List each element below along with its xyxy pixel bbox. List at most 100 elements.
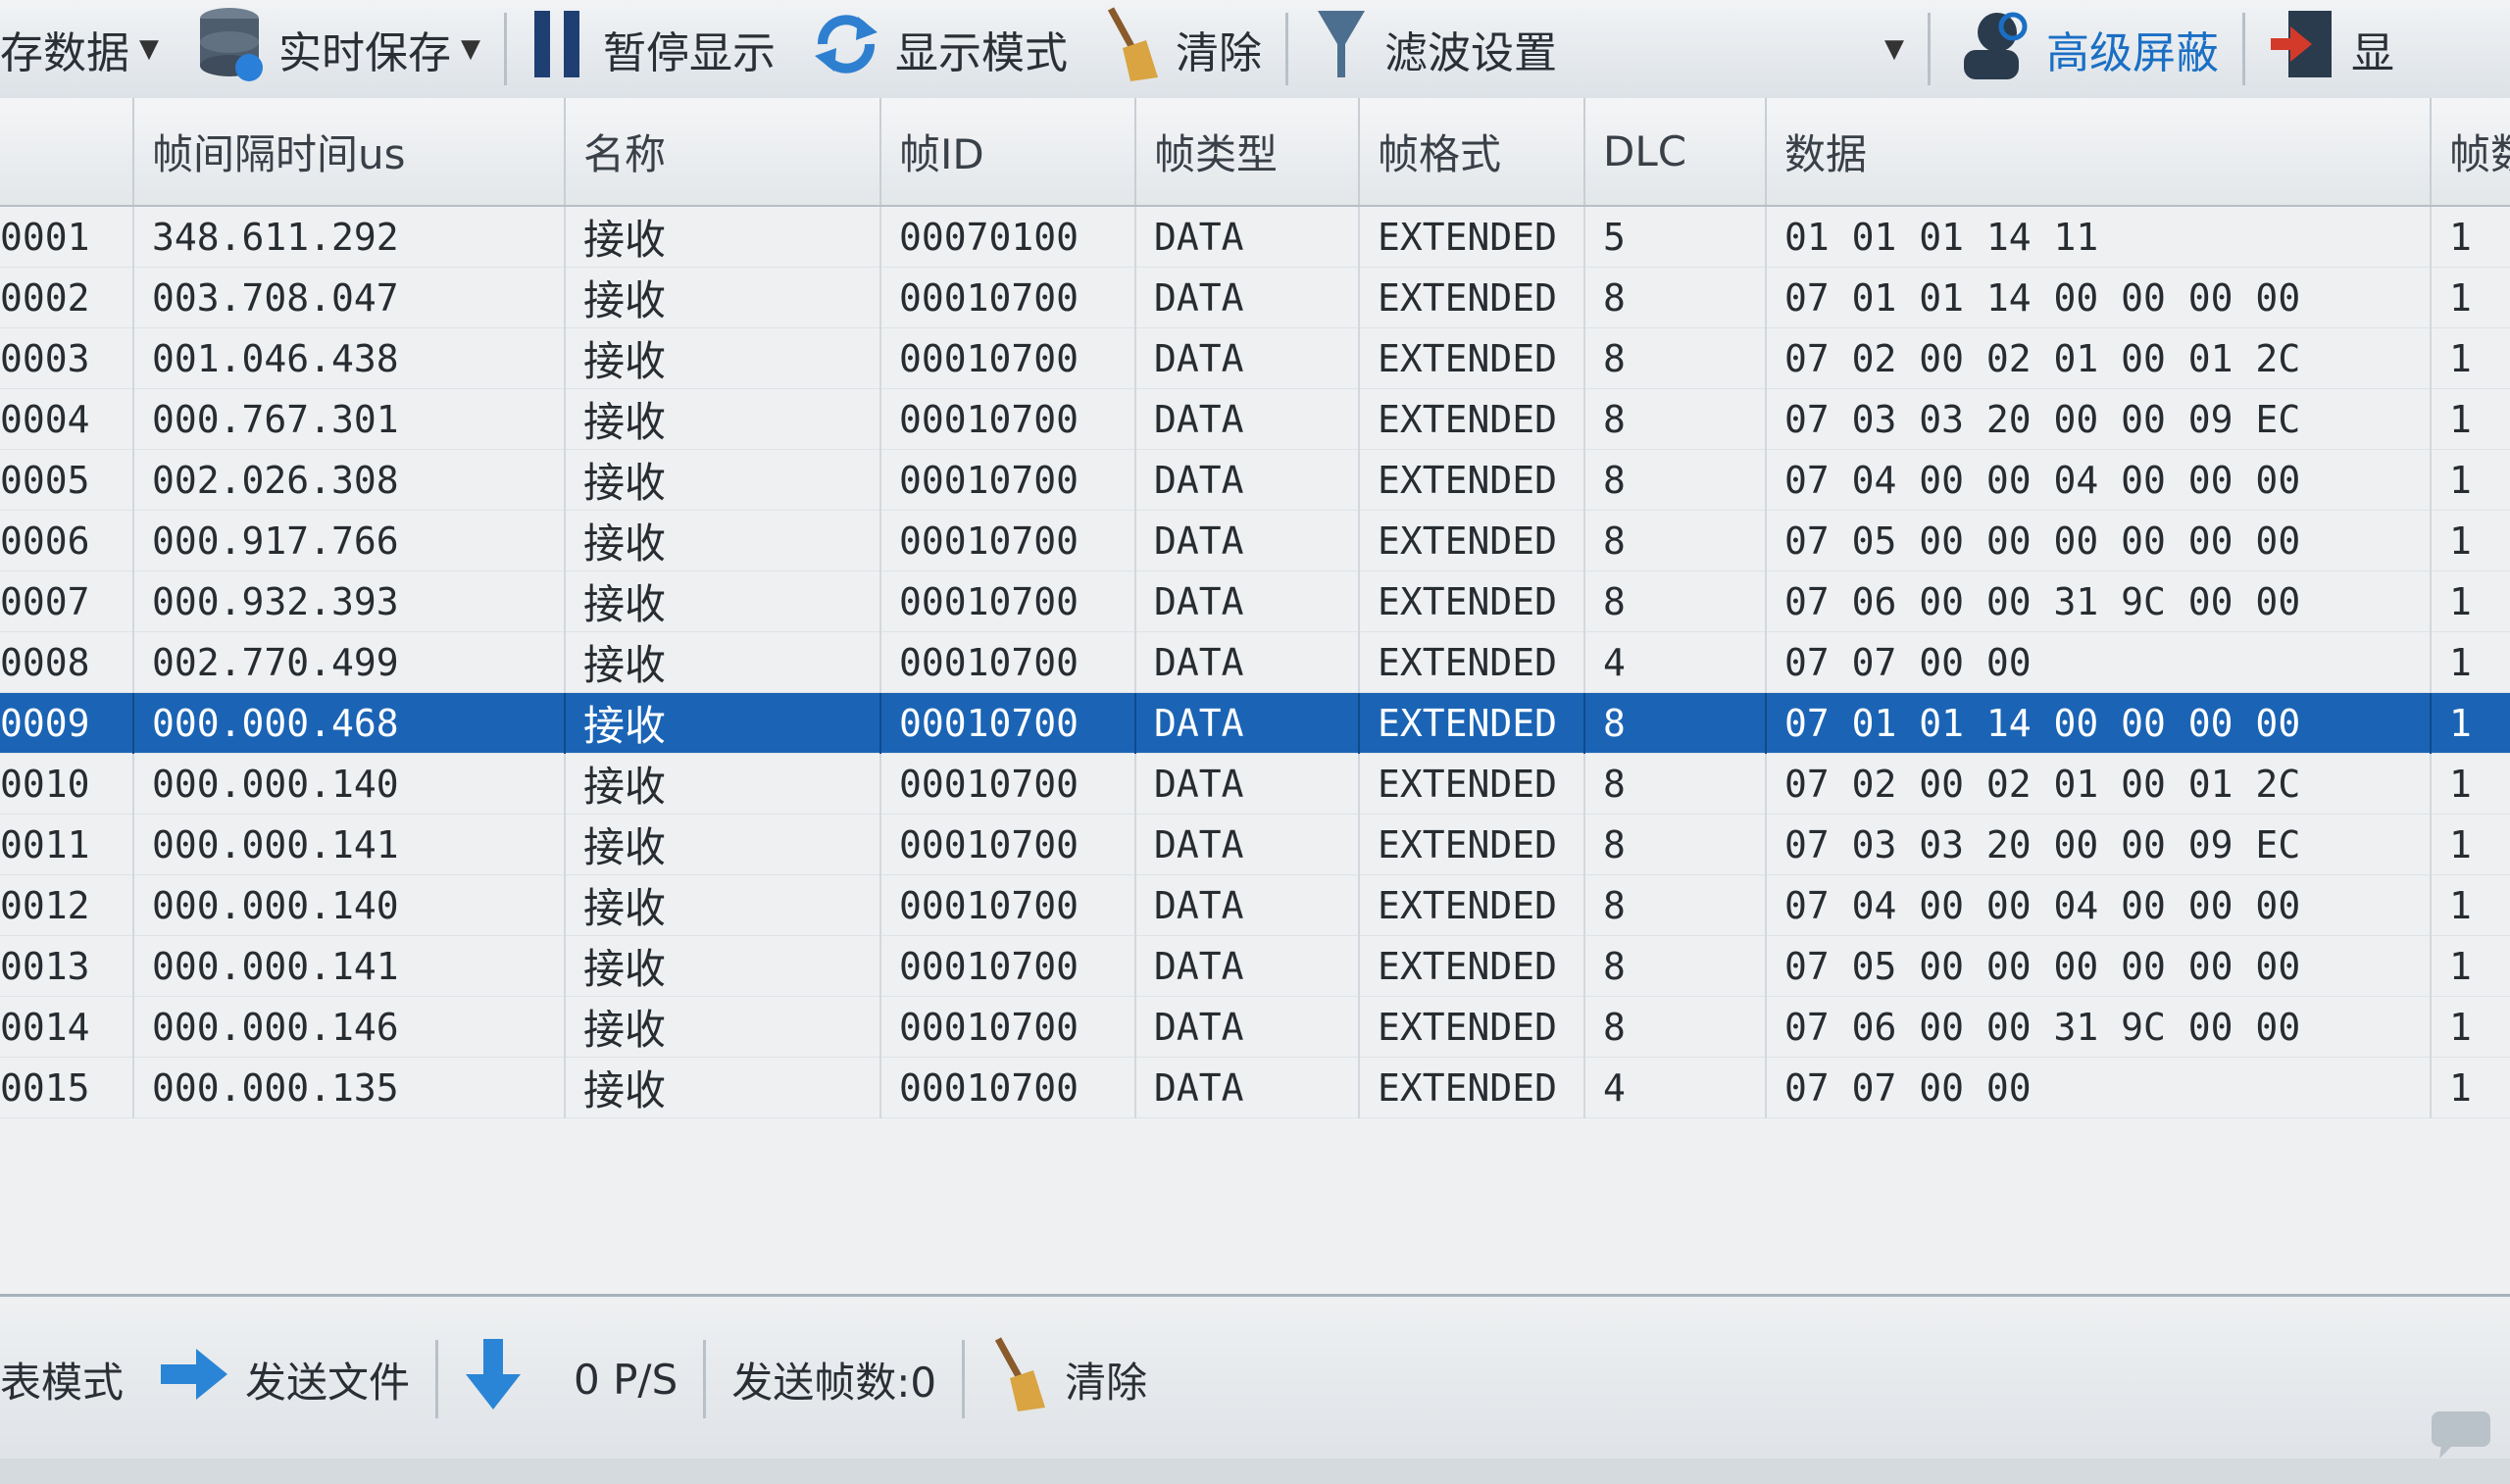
filter-settings-button[interactable]: 滤波设置 ▼ <box>1294 5 1922 93</box>
dlc-cell: 5 <box>1584 206 1767 268</box>
frame-format-cell: EXTENDED <box>1359 267 1585 328</box>
frame-count-cell: 1 <box>2431 449 2510 511</box>
clear-button[interactable]: 清除 <box>1085 5 1280 93</box>
table-row[interactable]: 0004 000.767.301 接收 00010700 DATA EXTENDED 8 07… <box>0 388 2510 450</box>
frame-format-cell: EXTENDED <box>1359 327 1585 389</box>
dlc-cell: 8 <box>1584 388 1767 450</box>
name-cell: 接收 <box>565 206 881 268</box>
frame-id-cell: 00010700 <box>880 814 1136 875</box>
chevron-down-icon[interactable]: ▼ <box>1884 34 1904 64</box>
column-header-dlc[interactable]: DLC <box>1584 98 1767 207</box>
table-row[interactable]: 0013 000.000.141 接收 00010700 DATA EXTENDED 8 07… <box>0 935 2510 997</box>
display-button[interactable]: 显 <box>2251 5 2412 93</box>
table-row[interactable]: 0014 000.000.146 接收 00010700 DATA EXTENDED 8 07… <box>0 996 2510 1058</box>
dlc-cell: 8 <box>1584 814 1767 875</box>
realtime-save-button[interactable]: 实时保存 ▼ <box>176 5 498 93</box>
table-row[interactable]: 0007 000.932.393 接收 00010700 DATA EXTENDED 8 07… <box>0 570 2510 632</box>
column-header-frame-count[interactable]: 帧数 <box>2431 98 2510 207</box>
name-cell: 接收 <box>565 874 881 936</box>
table-row[interactable]: 0011 000.000.141 接收 00010700 DATA EXTENDED 8 07… <box>0 814 2510 875</box>
column-header-frame-format[interactable]: 帧格式 <box>1359 98 1585 207</box>
table-row[interactable]: 0009 000.000.468 接收 00010700 DATA EXTENDED 8 07… <box>0 692 2510 754</box>
arrow-down-icon <box>464 1337 523 1421</box>
data-bytes-cell: 07 05 00 00 00 00 00 00 <box>1766 510 2432 571</box>
frame-format-cell: EXTENDED <box>1359 814 1585 875</box>
interval-cell: 000.000.140 <box>133 874 566 936</box>
toolbar-divider <box>962 1340 966 1418</box>
clear-send-button[interactable]: 清除 <box>973 1335 1165 1423</box>
table-row[interactable]: 0001 348.611.292 接收 00070100 DATA EXTENDED 5 01… <box>0 206 2510 268</box>
can-frame-grid[interactable]: 帧间隔时间us 名称 帧ID 帧类型 帧格式 DLC 数据 帧数 0001348… <box>0 98 2510 1294</box>
exit-icon <box>2269 5 2337 94</box>
dlc-cell: 8 <box>1584 449 1767 511</box>
table-row[interactable]: 0005 002.026.308 接收 00010700 DATA EXTENDED 8 07… <box>0 449 2510 511</box>
send-down-button[interactable] <box>446 1337 556 1421</box>
display-mode-label: 显示模式 <box>895 28 1068 78</box>
dlc-cell: 8 <box>1584 327 1767 389</box>
column-header-interval[interactable]: 帧间隔时间us <box>133 98 566 207</box>
frame-type-cell: DATA <box>1135 449 1360 511</box>
column-header-name[interactable]: 名称 <box>565 98 881 207</box>
column-header-index[interactable] <box>0 98 134 207</box>
name-cell: 接收 <box>565 1057 881 1118</box>
frame-type-cell: DATA <box>1135 267 1360 328</box>
pause-display-label: 暂停显示 <box>603 28 776 78</box>
name-cell: 接收 <box>565 753 881 815</box>
toolbar-divider <box>504 13 507 85</box>
data-bytes-cell: 07 04 00 00 04 00 00 00 <box>1766 874 2432 936</box>
broom-icon <box>1103 5 1162 94</box>
table-row[interactable]: 0012 000.000.140 接收 00010700 DATA EXTENDED 8 07… <box>0 874 2510 936</box>
save-data-button[interactable]: 存数据 ▼ <box>0 5 176 93</box>
send-rate-value: 0 P/S <box>556 1356 695 1404</box>
pause-display-button[interactable]: 暂停显示 <box>513 5 793 93</box>
table-row[interactable]: 0006 000.917.766 接收 00010700 DATA EXTENDED 8 07… <box>0 510 2510 571</box>
display-mode-button[interactable]: 显示模式 <box>793 5 1085 93</box>
frame-count-cell: 1 <box>2431 631 2510 693</box>
table-row[interactable]: 0003 001.046.438 接收 00010700 DATA EXTENDED 8 07… <box>0 327 2510 389</box>
arrow-right-icon <box>159 1345 229 1413</box>
frame-count-cell: 1 <box>2431 267 2510 328</box>
table-body: 0001 348.611.292 接收 00070100 DATA EXTENDED 5 01… <box>0 206 2510 1118</box>
frame-format-cell: EXTENDED <box>1359 449 1585 511</box>
chevron-down-icon[interactable]: ▼ <box>461 34 480 64</box>
frame-type-cell: DATA <box>1135 631 1360 693</box>
table-row[interactable]: 0010 000.000.140 接收 00010700 DATA EXTENDED 8 07… <box>0 753 2510 815</box>
frame-count-cell: 1 <box>2431 814 2510 875</box>
table-row[interactable]: 0002 003.708.047 接收 00010700 DATA EXTENDED 8 07… <box>0 267 2510 328</box>
column-header-frame-id[interactable]: 帧ID <box>880 98 1136 207</box>
status-strip <box>0 1459 2510 1484</box>
dlc-cell: 8 <box>1584 570 1767 632</box>
frame-format-cell: EXTENDED <box>1359 206 1585 268</box>
chat-icon[interactable] <box>2428 1408 2496 1466</box>
dlc-cell: 8 <box>1584 874 1767 936</box>
frame-id-cell: 00010700 <box>880 267 1136 328</box>
frame-count-cell: 1 <box>2431 206 2510 268</box>
list-mode-button[interactable]: 表模式 <box>0 1350 141 1410</box>
dlc-cell: 8 <box>1584 692 1767 754</box>
data-bytes-cell: 07 07 00 00 <box>1766 631 2432 693</box>
name-cell: 接收 <box>565 510 881 571</box>
frame-type-cell: DATA <box>1135 935 1360 997</box>
advanced-mask-button[interactable]: 高级屏蔽 <box>1936 5 2236 93</box>
data-bytes-cell: 07 01 01 14 00 00 00 00 <box>1766 692 2432 754</box>
name-cell: 接收 <box>565 631 881 693</box>
interval-cell: 000.000.468 <box>133 692 566 754</box>
send-file-button[interactable]: 发送文件 <box>141 1345 427 1413</box>
table-row[interactable]: 0008 002.770.499 接收 00010700 DATA EXTENDED 4 07… <box>0 631 2510 693</box>
frame-count-cell: 1 <box>2431 996 2510 1058</box>
interval-cell: 000.000.141 <box>133 935 566 997</box>
row-index-cell: 0006 <box>0 510 134 571</box>
chevron-down-icon[interactable]: ▼ <box>139 34 159 64</box>
frame-type-cell: DATA <box>1135 1057 1360 1118</box>
column-header-data[interactable]: 数据 <box>1766 98 2432 207</box>
row-index-cell: 0012 <box>0 874 134 936</box>
frame-type-cell: DATA <box>1135 206 1360 268</box>
frame-format-cell: EXTENDED <box>1359 570 1585 632</box>
data-bytes-cell: 07 07 00 00 <box>1766 1057 2432 1118</box>
name-cell: 接收 <box>565 327 881 389</box>
frame-count-cell: 1 <box>2431 692 2510 754</box>
column-header-frame-type[interactable]: 帧类型 <box>1135 98 1360 207</box>
frame-format-cell: EXTENDED <box>1359 996 1585 1058</box>
table-row[interactable]: 0015 000.000.135 接收 00010700 DATA EXTENDED 4 07… <box>0 1057 2510 1118</box>
name-cell: 接收 <box>565 814 881 875</box>
